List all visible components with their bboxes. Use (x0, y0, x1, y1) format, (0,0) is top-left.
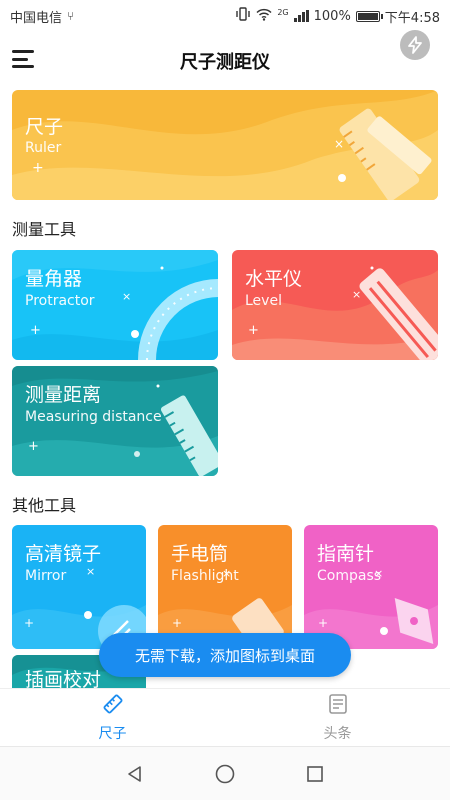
signal-icon (293, 10, 309, 22)
section-measure-title: 测量工具 (12, 220, 77, 239)
measuring-distance-card[interactable]: + 测量距离 Measuring distance (12, 366, 218, 476)
svg-text:+: + (248, 323, 259, 338)
protractor-title: 量角器 (25, 268, 83, 290)
protractor-card[interactable]: × + 量角器 Protractor (12, 250, 218, 360)
illustration-title: 插画校对 (25, 669, 102, 688)
protractor-subtitle: Protractor (25, 293, 95, 309)
status-bar: 中国电信 ⑂ 2G 100% 下午4:58 (0, 0, 450, 32)
svg-text:+: + (318, 616, 328, 630)
level-card[interactable]: × + 水平仪 Level (232, 250, 438, 360)
nav-item-ruler[interactable]: 尺子 (0, 689, 225, 746)
add-to-desktop-toast[interactable]: 无需下载，添加图标到桌面 (99, 633, 351, 677)
mirror-title: 高清镜子 (25, 543, 102, 565)
status-right: 2G 100% 下午4:58 (235, 7, 440, 26)
lightning-icon[interactable] (400, 30, 430, 60)
svg-text:×: × (334, 137, 344, 151)
compass-title: 指南针 (317, 543, 375, 565)
flashlight-card[interactable]: × + 手电筒 Flashlight (158, 525, 292, 649)
clock: 下午4:58 (384, 10, 440, 26)
svg-text:+: + (30, 323, 41, 338)
level-subtitle: Level (245, 293, 282, 309)
svg-text:×: × (122, 290, 131, 303)
usb-icon: ⑂ (67, 9, 75, 23)
svg-text:+: + (24, 616, 34, 630)
bottom-nav: 尺子 头条 (0, 688, 450, 746)
system-nav-bar (0, 746, 450, 800)
measuring-distance-subtitle: Measuring distance (25, 409, 162, 425)
nav-item-news[interactable]: 头条 (225, 689, 450, 746)
compass-subtitle: Compass (317, 568, 382, 584)
nav-label-news: 头条 (323, 725, 352, 742)
page-title: 尺子测距仪 (180, 52, 270, 73)
svg-text:+: + (172, 616, 182, 630)
battery-percent: 100% (313, 8, 351, 24)
svg-text:×: × (86, 565, 95, 578)
battery-icon (355, 10, 383, 22)
ruler-icon (102, 693, 124, 719)
compass-card[interactable]: × + 指南针 Compass (304, 525, 438, 649)
network-type: 2G (277, 7, 289, 17)
screen: 中国电信 ⑂ 2G 100% 下午4:58 尺子测距仪 + × 尺子 Ruler… (0, 0, 450, 800)
measuring-distance-title: 测量距离 (25, 384, 102, 406)
home-icon[interactable] (210, 759, 240, 789)
ruler-card[interactable]: + × 尺子 Ruler (12, 90, 438, 200)
content-area[interactable]: + × 尺子 Ruler 测量工具 × + 量角器 Protractor × +… (0, 88, 450, 688)
app-bar: 尺子测距仪 (0, 30, 450, 88)
news-icon (327, 693, 349, 719)
svg-text:+: + (32, 160, 44, 176)
ruler-card-subtitle: Ruler (25, 140, 62, 156)
flashlight-subtitle: Flashlight (171, 568, 239, 584)
vibrate-icon (235, 7, 251, 25)
recent-apps-icon[interactable] (300, 759, 330, 789)
carrier-label: 中国电信 (10, 10, 63, 26)
mirror-card[interactable]: × + 高清镜子 Mirror (12, 525, 146, 649)
nav-label-ruler: 尺子 (98, 725, 127, 742)
back-icon[interactable] (120, 759, 150, 789)
mirror-subtitle: Mirror (25, 568, 67, 584)
svg-text:×: × (352, 288, 361, 301)
section-other-title: 其他工具 (12, 496, 77, 515)
ruler-card-title: 尺子 (25, 116, 64, 138)
level-title: 水平仪 (245, 268, 303, 290)
flashlight-title: 手电筒 (171, 543, 229, 565)
wifi-icon (256, 8, 272, 25)
status-left: 中国电信 ⑂ (10, 7, 74, 26)
ruler-card-decoration: + × (12, 90, 438, 200)
svg-text:+: + (28, 439, 39, 454)
